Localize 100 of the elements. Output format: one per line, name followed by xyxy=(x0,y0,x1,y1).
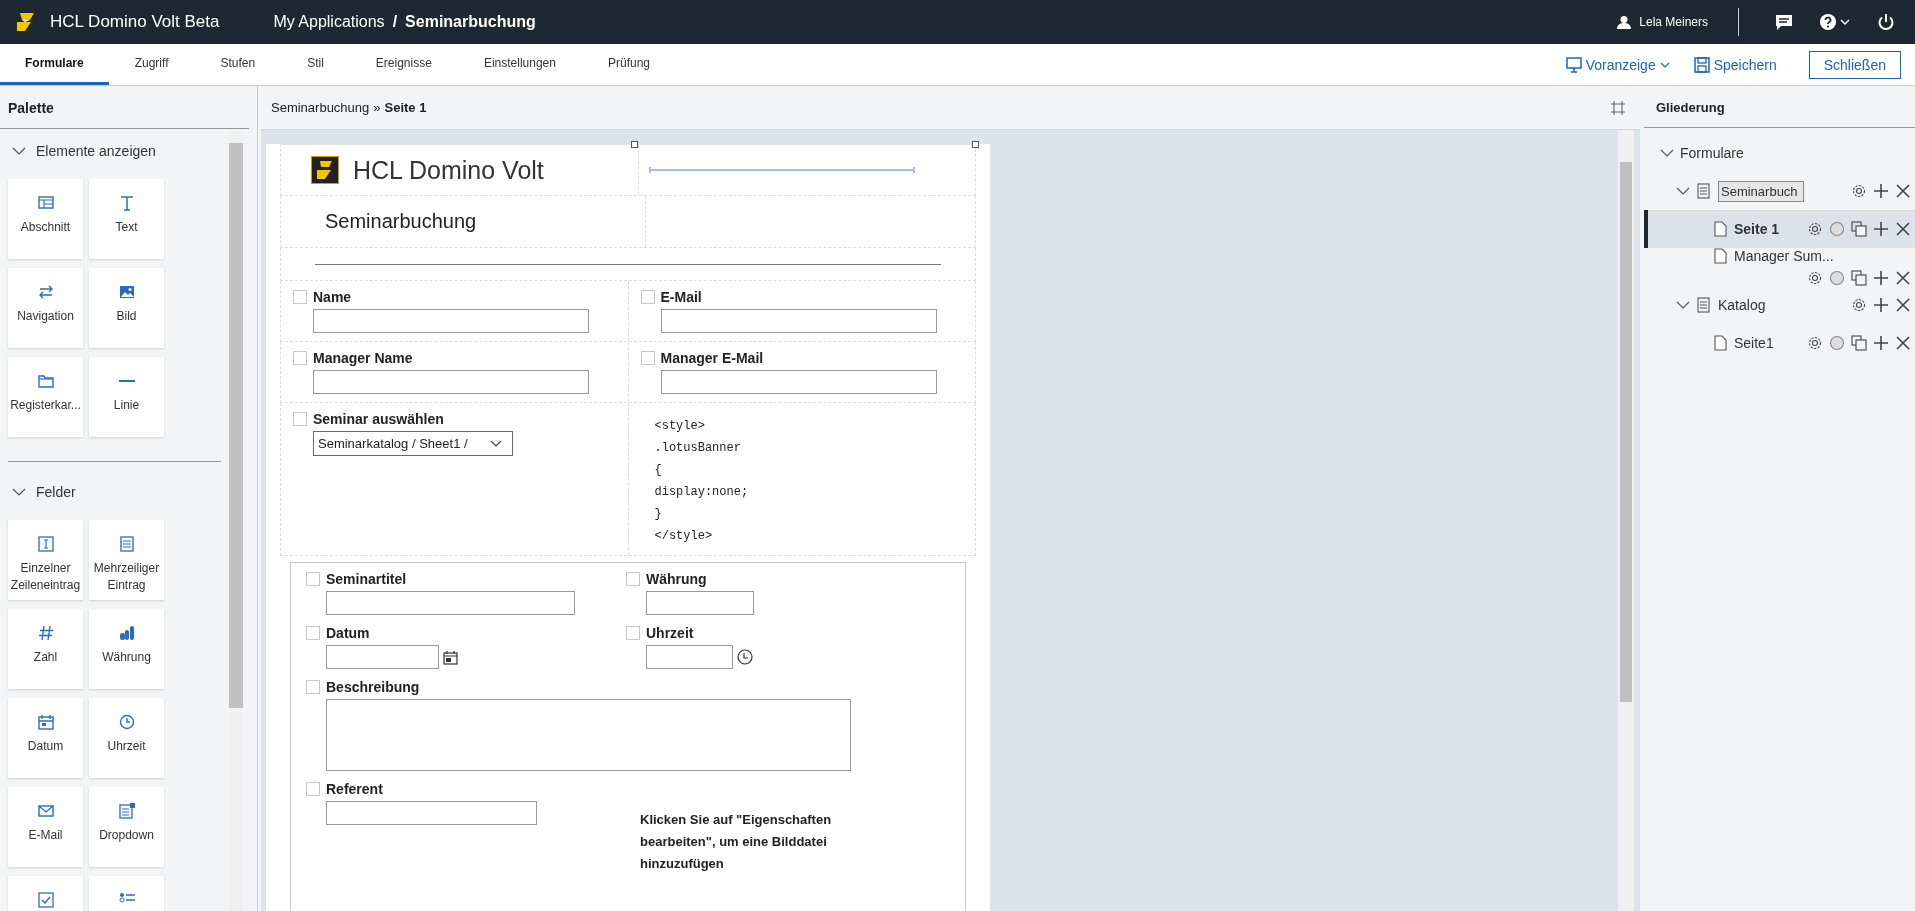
gear-icon[interactable] xyxy=(1807,221,1823,237)
circle-icon[interactable] xyxy=(1829,221,1845,237)
input-field[interactable] xyxy=(660,370,937,394)
breadcrumb-separator: » xyxy=(373,100,381,115)
close-button[interactable]: Schließen xyxy=(1808,50,1901,79)
scrollbar[interactable] xyxy=(1618,130,1634,911)
field-label: Währung xyxy=(646,571,707,587)
gear-icon[interactable] xyxy=(1851,297,1867,313)
gear-icon[interactable] xyxy=(1807,270,1823,286)
tab[interactable]: Stufen xyxy=(194,44,282,85)
copy-icon[interactable] xyxy=(1851,270,1867,286)
palette-tile[interactable]: Registerkar... xyxy=(8,357,83,437)
palette-tile[interactable]: Datum xyxy=(8,698,83,778)
palette-tile[interactable]: Text xyxy=(89,179,164,259)
palette-tile[interactable]: Zahl xyxy=(8,609,83,689)
breadcrumb-link[interactable]: My Applications xyxy=(273,13,385,31)
input-field[interactable] xyxy=(313,370,589,394)
checkbox[interactable] xyxy=(306,572,320,586)
gear-icon[interactable] xyxy=(1807,335,1823,351)
tab[interactable]: Ereignisse xyxy=(349,44,458,85)
save-button[interactable]: Speichern xyxy=(1693,56,1777,73)
code-line: } xyxy=(654,506,663,523)
checkbox[interactable] xyxy=(293,290,307,304)
palette-tile[interactable]: Einzelner Zeileneintrag xyxy=(8,520,83,600)
close-icon[interactable] xyxy=(1895,297,1911,313)
palette-tile[interactable]: Dropdown xyxy=(89,787,164,867)
checkbox[interactable] xyxy=(626,572,640,586)
copy-icon[interactable] xyxy=(1851,335,1867,351)
section-header[interactable]: Felder xyxy=(8,470,76,514)
checkbox[interactable] xyxy=(306,782,320,796)
plus-icon[interactable] xyxy=(1873,270,1889,286)
tree-item[interactable]: Seite 1 xyxy=(1644,210,1915,248)
rename-field[interactable]: Seminarbuch xyxy=(1718,180,1804,202)
text-area[interactable] xyxy=(326,699,851,771)
grid-frame-icon[interactable] xyxy=(1610,99,1626,116)
date-field[interactable] xyxy=(326,645,439,669)
close-icon[interactable] xyxy=(1895,335,1911,351)
close-icon[interactable] xyxy=(1895,183,1911,199)
page-icon xyxy=(1712,221,1728,237)
input-field[interactable] xyxy=(646,591,754,615)
clock-icon[interactable] xyxy=(737,649,753,665)
plus-icon[interactable] xyxy=(1873,183,1889,199)
tree-item[interactable]: Seite1 xyxy=(1644,324,1915,362)
checkbox[interactable] xyxy=(640,351,655,365)
user-menu[interactable]: Lela Meiners xyxy=(1617,15,1708,29)
tab[interactable]: Zugriff xyxy=(108,44,195,85)
time-field[interactable] xyxy=(646,645,733,669)
image-hint-text: Klicken Sie auf "Eigenschaften bearbeiten", um eine Bilddatei hinzuzufügen xyxy=(640,811,833,873)
checkbox[interactable] xyxy=(293,351,307,365)
palette-tile[interactable]: Bild xyxy=(89,268,164,348)
resize-handle[interactable] xyxy=(972,141,979,148)
checkbox[interactable] xyxy=(640,290,655,304)
checkbox[interactable] xyxy=(306,680,320,694)
checkbox[interactable] xyxy=(306,626,320,640)
tab[interactable]: Einstellungen xyxy=(457,44,582,85)
palette-tile[interactable]: E-Mail xyxy=(8,787,83,867)
palette-tile[interactable]: Mehrzeiliger Eintrag xyxy=(89,520,164,600)
close-icon[interactable] xyxy=(1895,221,1911,237)
field-label: Name xyxy=(313,289,352,305)
code-line: display:none; xyxy=(654,484,749,501)
palette-tile[interactable]: Währung xyxy=(89,609,164,689)
palette-tile[interactable]: Navigation xyxy=(8,268,83,348)
power-icon[interactable] xyxy=(1877,13,1895,31)
preview-button[interactable]: Voranzeige xyxy=(1565,56,1670,73)
scrollbar[interactable] xyxy=(229,131,243,911)
close-icon[interactable] xyxy=(1895,270,1911,286)
tree-item[interactable]: Manager Sum... xyxy=(1644,248,1915,286)
breadcrumb-link[interactable]: Seminarbuchung xyxy=(271,100,370,115)
checkbox[interactable] xyxy=(626,626,640,640)
clock-icon xyxy=(118,714,135,730)
input-field[interactable] xyxy=(660,309,937,333)
tab[interactable]: Stil xyxy=(281,44,350,85)
checkbox[interactable] xyxy=(293,412,307,426)
monitor-icon xyxy=(1565,56,1582,73)
tree-item[interactable]: Katalog xyxy=(1644,286,1915,324)
circle-icon[interactable] xyxy=(1829,335,1845,351)
dropdown[interactable]: Seminarkatalog / Sheet1 / xyxy=(313,431,513,456)
plus-icon[interactable] xyxy=(1873,335,1889,351)
palette-tile[interactable]: Linie xyxy=(89,357,164,437)
tree-item[interactable]: Formulare xyxy=(1644,134,1915,172)
calendar-icon[interactable] xyxy=(443,649,458,665)
palette-tile[interactable]: Abschnitt xyxy=(8,179,83,259)
copy-icon[interactable] xyxy=(1851,221,1867,237)
tree-item[interactable]: Seminarbuch xyxy=(1644,172,1915,210)
plus-icon[interactable] xyxy=(1873,297,1889,313)
input-field[interactable] xyxy=(326,801,537,825)
field-label: Datum xyxy=(326,625,370,641)
section-header[interactable]: Elemente anzeigen xyxy=(8,129,156,173)
code-line: </style> xyxy=(654,528,714,545)
plus-icon[interactable] xyxy=(1873,221,1889,237)
circle-icon[interactable] xyxy=(1829,270,1845,286)
palette-tile[interactable]: Uhrzeit xyxy=(89,698,164,778)
chat-icon[interactable] xyxy=(1775,13,1793,31)
tab[interactable]: Prüfung xyxy=(581,44,676,85)
gear-icon[interactable] xyxy=(1851,183,1867,199)
help-icon[interactable] xyxy=(1819,13,1851,31)
input-field[interactable] xyxy=(326,591,575,615)
resize-handle[interactable] xyxy=(631,141,638,148)
input-field[interactable] xyxy=(313,309,589,333)
product-name: HCL Domino Volt Beta xyxy=(50,12,220,32)
